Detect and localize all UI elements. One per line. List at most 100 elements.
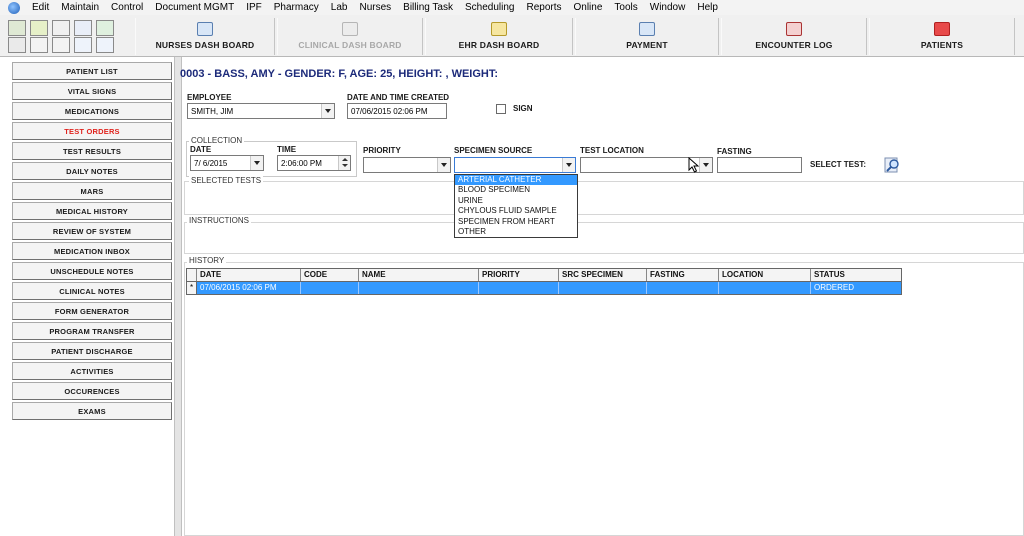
selected-tests-box[interactable] [184, 181, 1024, 215]
sidebar-item-unschedule-notes[interactable]: UNSCHEDULE NOTES [12, 262, 172, 280]
menu-reports[interactable]: Reports [520, 2, 567, 13]
clipboard-icon [342, 22, 358, 36]
column-name[interactable]: NAME [359, 269, 479, 281]
date-created-field[interactable]: 07/06/2015 02:06 PM [347, 103, 447, 119]
column-date[interactable]: DATE [197, 269, 301, 281]
instructions-box[interactable] [184, 222, 1024, 254]
app-logo-icon[interactable] [8, 1, 20, 14]
scissors-icon[interactable] [74, 20, 92, 36]
chevron-down-icon[interactable] [699, 158, 712, 172]
specimen-source-select[interactable] [454, 157, 576, 173]
employee-select[interactable]: SMITH, JIM [187, 103, 335, 119]
sidebar-item-program-transfer[interactable]: PROGRAM TRANSFER [12, 322, 172, 340]
search-magnifier-icon[interactable] [884, 157, 902, 173]
cell-src-specimen [559, 282, 647, 294]
column-location[interactable]: LOCATION [719, 269, 811, 281]
priority-select[interactable] [363, 157, 451, 173]
menu-nurses[interactable]: Nurses [353, 2, 397, 13]
option-urine[interactable]: URINE [455, 196, 577, 206]
menu-online[interactable]: Online [568, 2, 609, 13]
history-box [184, 262, 1024, 536]
option-chylous-fluid-sample[interactable]: CHYLOUS FLUID SAMPLE [455, 206, 577, 216]
option-blood-specimen[interactable]: BLOOD SPECIMEN [455, 185, 577, 195]
history-table: DATE CODE NAME PRIORITY SRC SPECIMEN FAS… [186, 268, 902, 296]
button-label: PATIENTS [920, 40, 964, 50]
button-label: CLINICAL DASH BOARD [298, 40, 402, 50]
history-label: HISTORY [187, 256, 227, 265]
column-fasting[interactable]: FASTING [647, 269, 719, 281]
sidebar-item-test-results[interactable]: TEST RESULTS [12, 142, 172, 160]
encounter-log-button[interactable]: ENCOUNTER LOG [721, 18, 867, 55]
collection-label: COLLECTION [189, 136, 245, 145]
sidebar-item-medical-history[interactable]: MEDICAL HISTORY [12, 202, 172, 220]
export-arrow-icon[interactable] [30, 20, 48, 36]
menu-control[interactable]: Control [105, 2, 149, 13]
sidebar-item-daily-notes[interactable]: DAILY NOTES [12, 162, 172, 180]
payment-button[interactable]: PAYMENT [575, 18, 719, 55]
sidebar-item-medications[interactable]: MEDICATIONS [12, 102, 172, 120]
menu-pharmacy[interactable]: Pharmacy [268, 2, 325, 13]
sidebar-item-exams[interactable]: EXAMS [12, 402, 172, 420]
sidebar-item-patient-list[interactable]: PATIENT LIST [12, 62, 172, 80]
menu-help[interactable]: Help [691, 2, 724, 13]
nurses-dash-board-button[interactable]: NURSES DASH BOARD [135, 18, 275, 55]
menu-edit[interactable]: Edit [26, 2, 55, 13]
clinical-dash-board-button[interactable]: CLINICAL DASH BOARD [277, 18, 423, 55]
column-status[interactable]: STATUS [811, 269, 901, 281]
menu-lab[interactable]: Lab [325, 2, 354, 13]
menu-billing-task[interactable]: Billing Task [397, 2, 459, 13]
copy-icon[interactable] [74, 37, 92, 53]
option-specimen-from-heart[interactable]: SPECIMEN FROM HEART [455, 217, 577, 227]
menu-window[interactable]: Window [644, 2, 692, 13]
refresh-icon[interactable] [96, 20, 114, 36]
menu-document-mgmt[interactable]: Document MGMT [149, 2, 240, 13]
cell-priority [479, 282, 559, 294]
column-priority[interactable]: PRIORITY [479, 269, 559, 281]
sign-label: SIGN [513, 104, 533, 113]
sidebar-item-vital-signs[interactable]: VITAL SIGNS [12, 82, 172, 100]
menu-scheduling[interactable]: Scheduling [459, 2, 520, 13]
chevron-down-icon[interactable] [437, 158, 450, 172]
ehr-dash-board-button[interactable]: EHR DASH BOARD [425, 18, 573, 55]
collection-time-picker[interactable]: 2:06:00 PM [277, 155, 351, 171]
employee-value: SMITH, JIM [191, 106, 234, 116]
column-src-specimen[interactable]: SRC SPECIMEN [559, 269, 647, 281]
calendar-dropdown-icon[interactable] [250, 156, 263, 170]
chevron-down-icon[interactable] [321, 104, 334, 118]
menu-maintain[interactable]: Maintain [55, 2, 105, 13]
splitter[interactable] [174, 57, 182, 536]
save-icon[interactable] [8, 20, 26, 36]
sidebar-item-clinical-notes[interactable]: CLINICAL NOTES [12, 282, 172, 300]
monitor-icon [197, 22, 213, 36]
sidebar-item-medication-inbox[interactable]: MEDICATION INBOX [12, 242, 172, 260]
paste-icon[interactable] [96, 37, 114, 53]
sidebar-item-form-generator[interactable]: FORM GENERATOR [12, 302, 172, 320]
button-label: ENCOUNTER LOG [755, 40, 833, 50]
sidebar-item-occurences[interactable]: OCCURENCES [12, 382, 172, 400]
test-orders-panel: 0003 - BASS, AMY - GENDER: F, AGE: 25, H… [180, 57, 1024, 536]
sign-checkbox[interactable] [496, 104, 506, 114]
cancel-icon[interactable] [52, 37, 70, 53]
fasting-field[interactable] [717, 157, 802, 173]
sidebar-item-test-orders[interactable]: TEST ORDERS [12, 122, 172, 140]
option-other[interactable]: OTHER [455, 227, 577, 237]
close-x-icon[interactable] [30, 37, 48, 53]
time-spinner-icon[interactable] [338, 156, 350, 170]
chevron-down-icon[interactable] [562, 158, 575, 172]
sidebar-item-review-of-system[interactable]: REVIEW OF SYSTEM [12, 222, 172, 240]
row-marker: * [187, 282, 197, 294]
folder-arrow-icon [491, 22, 507, 36]
sidebar-item-mars[interactable]: MARS [12, 182, 172, 200]
specimen-source-dropdown[interactable]: ARTERIAL CATHETER BLOOD SPECIMEN URINE C… [454, 174, 578, 238]
menu-ipf[interactable]: IPF [240, 2, 268, 13]
collection-date-picker[interactable]: 7/ 6/2015 [190, 155, 264, 171]
new-document-icon[interactable] [8, 37, 26, 53]
sidebar-item-patient-discharge[interactable]: PATIENT DISCHARGE [12, 342, 172, 360]
menu-tools[interactable]: Tools [608, 2, 643, 13]
option-arterial-catheter[interactable]: ARTERIAL CATHETER [455, 175, 577, 186]
delete-icon[interactable] [52, 20, 70, 36]
column-code[interactable]: CODE [301, 269, 359, 281]
table-row[interactable]: * 07/06/2015 02:06 PM ORDERED [186, 282, 902, 295]
patients-button[interactable]: PATIENTS [869, 18, 1015, 55]
sidebar-item-activities[interactable]: ACTIVITIES [12, 362, 172, 380]
